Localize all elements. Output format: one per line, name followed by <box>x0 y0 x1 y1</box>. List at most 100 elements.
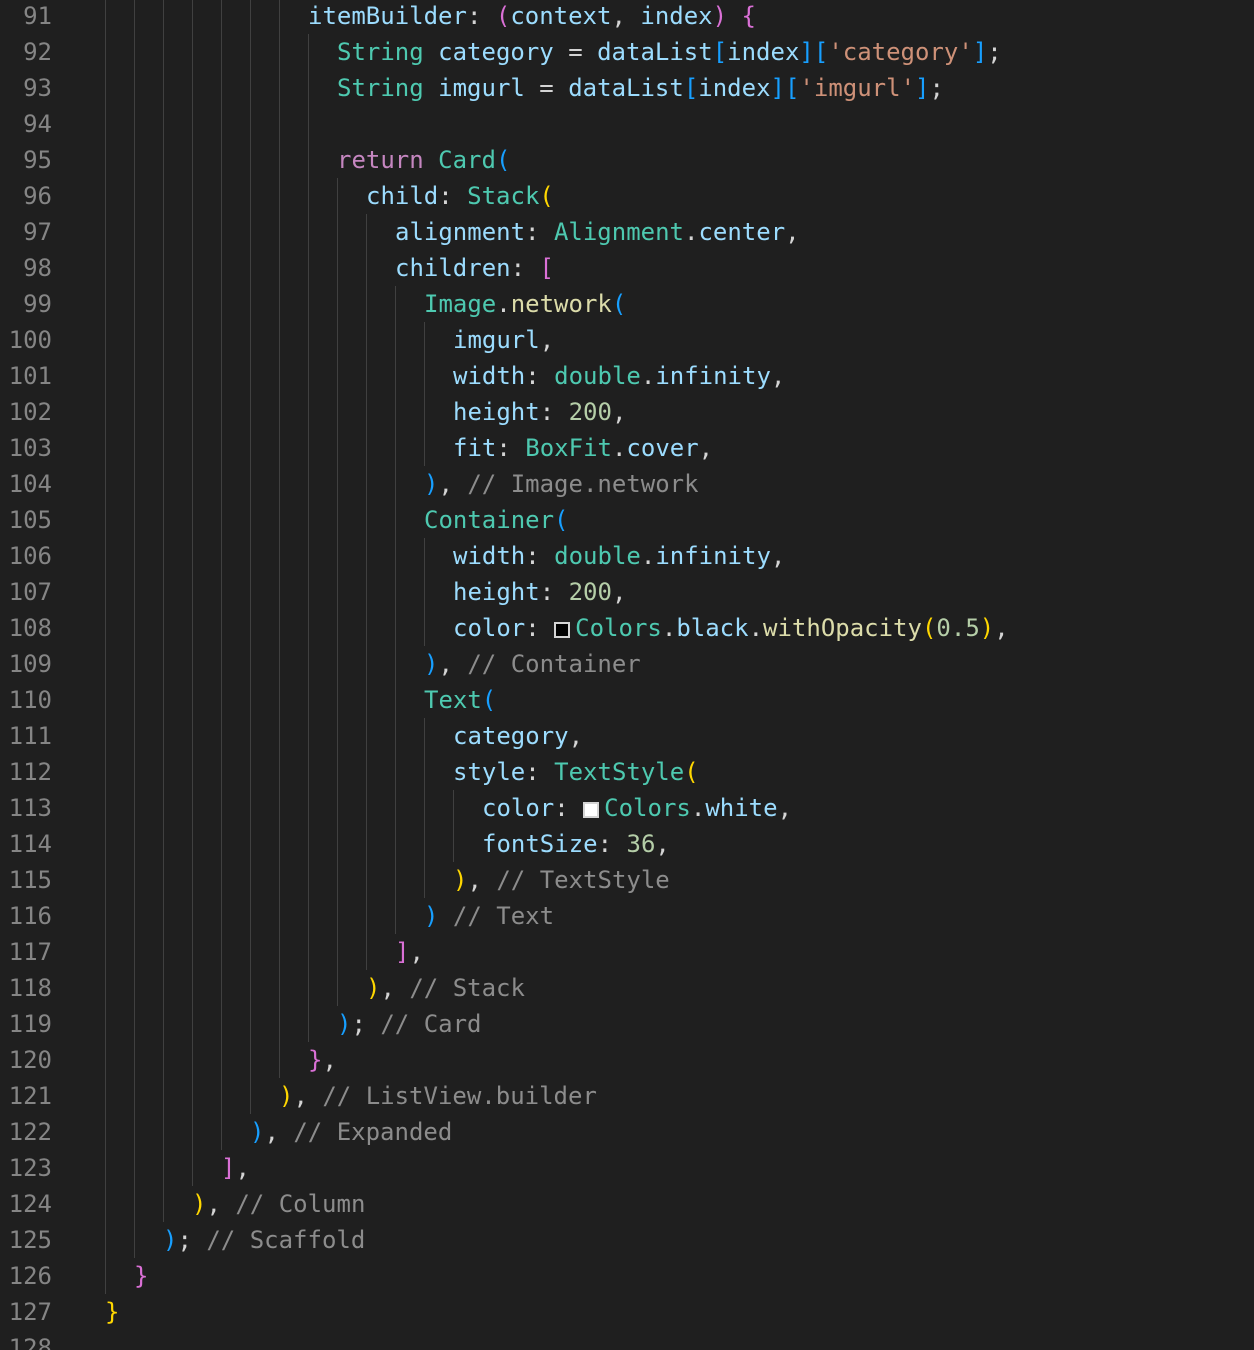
code-line[interactable]: 122), // Expanded <box>0 1114 1254 1150</box>
line-code: } <box>134 1258 148 1294</box>
token-bracket-blue: ( <box>554 506 569 534</box>
line-number: 91 <box>23 2 52 30</box>
code-line[interactable]: 92 String category = dataList[index]['cat… <box>0 34 1254 70</box>
code-line[interactable]: 91 itemBuilder: (context, index) { <box>0 0 1254 34</box>
line-number: 119 <box>8 1010 52 1038</box>
line-code: fit: BoxFit.cover, <box>453 430 713 466</box>
token-number: 200 <box>568 398 612 426</box>
line-code: child: Stack( <box>366 178 554 214</box>
code-line[interactable]: 105 Container( <box>0 502 1254 538</box>
line-number: 95 <box>23 146 52 174</box>
code-line[interactable]: 95 return Card( <box>0 142 1254 178</box>
code-line[interactable]: 124), // Column <box>0 1186 1254 1222</box>
code-line[interactable]: 98 children: [ <box>0 250 1254 286</box>
token-type: Alignment <box>553 218 684 246</box>
code-line[interactable]: 107 height: 200, <box>0 574 1254 610</box>
token-property: color <box>482 794 555 822</box>
token-punctuation: : <box>510 254 540 282</box>
code-line[interactable]: 96 child: Stack( <box>0 178 1254 214</box>
line-code: ), // TextStyle <box>453 862 670 898</box>
token-property: height <box>453 398 540 426</box>
line-code: } <box>105 1294 119 1330</box>
code-line[interactable]: 117], <box>0 934 1254 970</box>
token-punctuation: , <box>322 1046 337 1074</box>
code-line[interactable]: 110 Text( <box>0 682 1254 718</box>
code-line[interactable]: 113 color: Colors.white, <box>0 790 1254 826</box>
token-variable: infinity <box>655 362 771 390</box>
code-line[interactable]: 128 <box>0 1330 1254 1350</box>
token-bracket-blue: ) <box>424 470 439 498</box>
code-line[interactable]: 112 style: TextStyle( <box>0 754 1254 790</box>
token-comment: // Text <box>452 902 555 930</box>
token-punctuation: , <box>380 974 410 1002</box>
token-bracket-blue: ) <box>163 1226 178 1254</box>
code-line[interactable]: 116) // Text <box>0 898 1254 934</box>
line-number: 99 <box>23 290 52 318</box>
code-line[interactable]: 121), // ListView.builder <box>0 1078 1254 1114</box>
token-variable: white <box>705 794 778 822</box>
color-swatch-icon[interactable] <box>583 802 600 818</box>
token-bracket-gold: ) <box>279 1082 294 1110</box>
line-code: alignment: Alignment.center, <box>395 214 800 250</box>
line-number: 112 <box>8 758 52 786</box>
token-punctuation <box>424 146 438 174</box>
token-punctuation: = <box>553 38 598 66</box>
token-punctuation: , <box>568 722 584 750</box>
code-line[interactable]: 111 category, <box>0 718 1254 754</box>
token-punctuation: . <box>684 218 699 246</box>
line-code: Text( <box>424 682 496 718</box>
token-punctuation: , <box>611 398 627 426</box>
token-comment: // Scaffold <box>206 1226 366 1254</box>
code-line[interactable]: 126} <box>0 1258 1254 1294</box>
line-number: 126 <box>8 1262 52 1290</box>
token-punctuation: , <box>235 1154 250 1182</box>
code-line[interactable]: 100 imgurl, <box>0 322 1254 358</box>
line-number: 114 <box>8 830 52 858</box>
code-line[interactable]: 103 fit: BoxFit.cover, <box>0 430 1254 466</box>
code-line[interactable]: 106 width: double.infinity, <box>0 538 1254 574</box>
code-line[interactable]: 123], <box>0 1150 1254 1186</box>
code-line[interactable]: 115), // TextStyle <box>0 862 1254 898</box>
token-variable: black <box>676 614 749 642</box>
code-line[interactable]: 108 color: Colors.black.withOpacity(0.5), <box>0 610 1254 646</box>
token-variable: index <box>640 2 713 30</box>
code-line[interactable]: 114 fontSize: 36, <box>0 826 1254 862</box>
line-number: 100 <box>8 326 52 354</box>
code-line[interactable]: 101 width: double.infinity, <box>0 358 1254 394</box>
line-number: 98 <box>23 254 52 282</box>
color-swatch-icon[interactable] <box>554 622 571 638</box>
code-line[interactable]: 99 Image.network( <box>0 286 1254 322</box>
token-bracket-blue: ) <box>424 650 439 678</box>
line-number: 108 <box>8 614 52 642</box>
token-type: Image <box>424 290 497 318</box>
token-comment: // Card <box>380 1010 482 1038</box>
code-line[interactable]: 102 height: 200, <box>0 394 1254 430</box>
line-code: width: double.infinity, <box>453 358 785 394</box>
token-punctuation: . <box>496 290 511 318</box>
token-bracket-blue: ( <box>481 686 497 714</box>
code-line[interactable]: 127} <box>0 1294 1254 1330</box>
code-line[interactable]: 118), // Stack <box>0 970 1254 1006</box>
token-punctuation: , <box>655 830 670 858</box>
code-line[interactable]: 109), // Container <box>0 646 1254 682</box>
code-line[interactable]: 97 alignment: Alignment.center, <box>0 214 1254 250</box>
line-number: 109 <box>8 650 52 678</box>
token-function: withOpacity <box>763 614 922 642</box>
code-line[interactable]: 93 String imgurl = dataList[index]['imgur… <box>0 70 1254 106</box>
token-comment: // TextStyle <box>496 866 670 894</box>
token-comment: // Container <box>467 650 641 678</box>
token-punctuation: : <box>525 218 554 246</box>
code-line[interactable]: 119); // Card <box>0 1006 1254 1042</box>
code-line[interactable]: 125); // Scaffold <box>0 1222 1254 1258</box>
code-line[interactable]: 94 <box>0 106 1254 142</box>
token-punctuation: , <box>785 218 800 246</box>
token-bracket-gold: ( <box>539 182 554 210</box>
token-bracket-violet: ] <box>221 1154 236 1182</box>
code-line[interactable]: 120}, <box>0 1042 1254 1078</box>
token-variable: imgurl <box>453 326 540 354</box>
token-variable: category <box>438 38 554 66</box>
code-editor[interactable]: 91 itemBuilder: (context, index) {92 Strin… <box>0 0 1254 1350</box>
token-punctuation: , <box>293 1082 323 1110</box>
token-punctuation: . <box>640 542 656 570</box>
code-line[interactable]: 104), // Image.network <box>0 466 1254 502</box>
